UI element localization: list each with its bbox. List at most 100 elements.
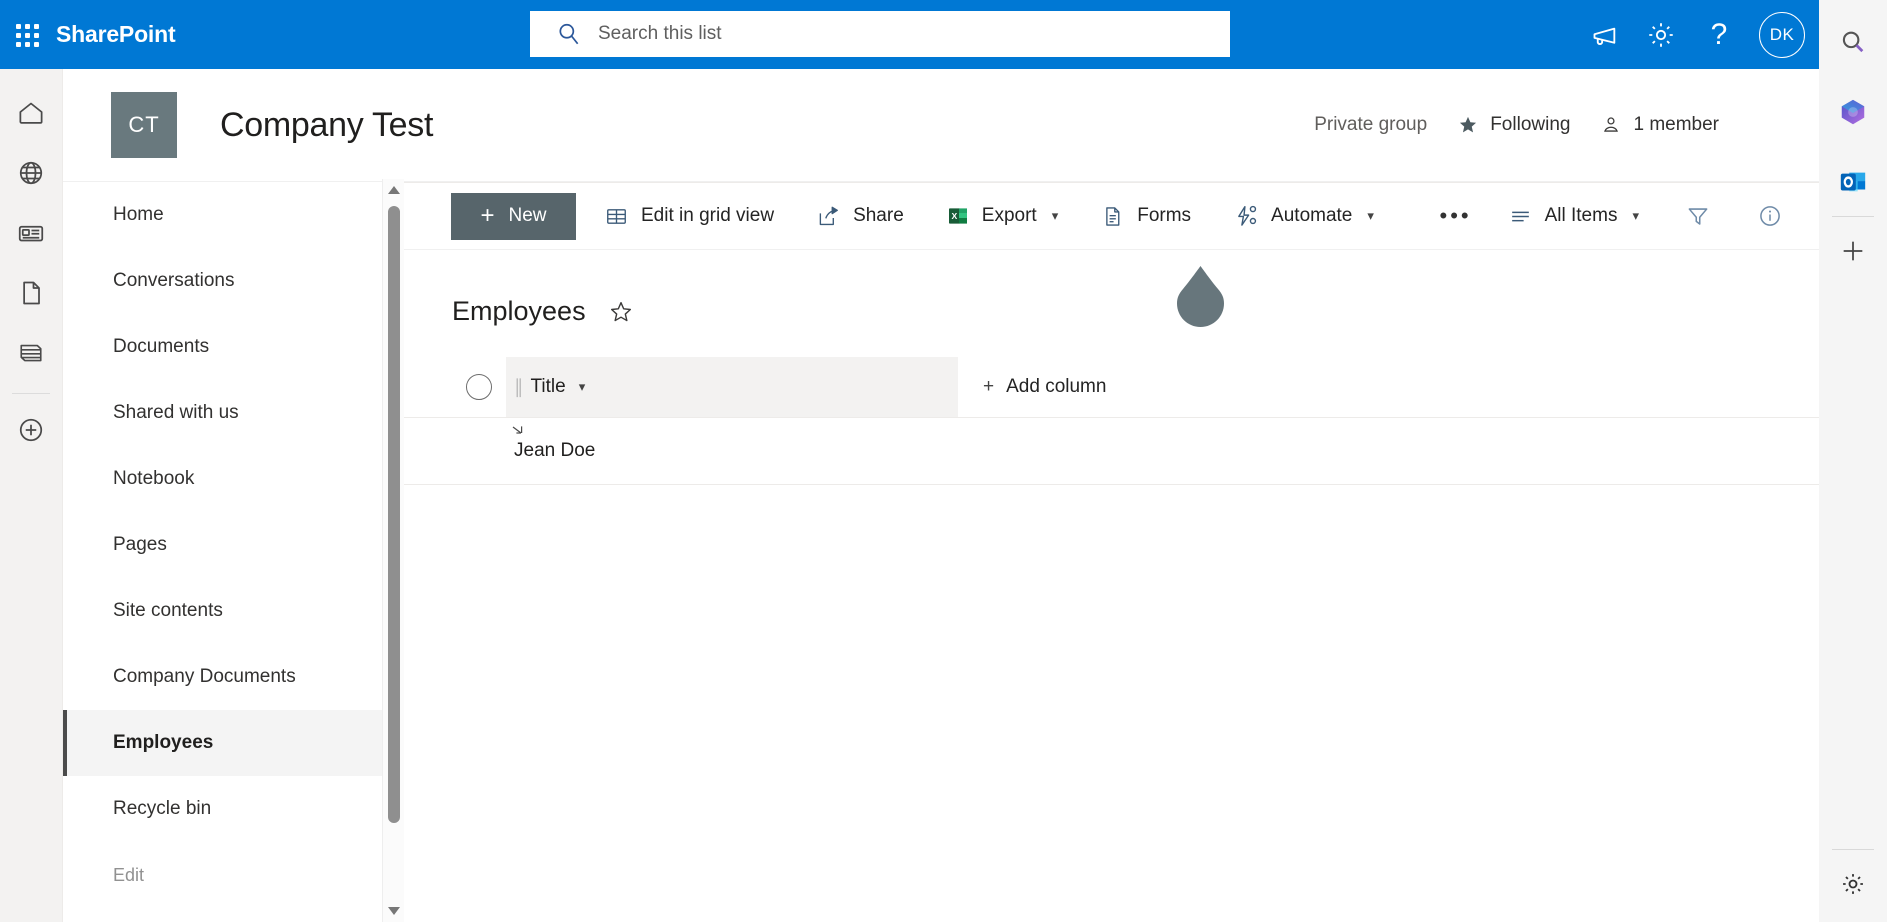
- sidebar-item-home[interactable]: Home: [63, 182, 383, 248]
- sharepoint-app-rail: [0, 69, 63, 922]
- site-header: CT Company Test Private group Following …: [63, 69, 1819, 182]
- list-header: Employees: [404, 250, 1819, 327]
- command-label: Edit in grid view: [641, 205, 775, 226]
- forms-button[interactable]: Forms: [1086, 193, 1205, 240]
- command-bar: + New Edit in grid view Share X Export ▾…: [404, 183, 1819, 250]
- sidebar-item-company-documents[interactable]: Company Documents: [63, 644, 383, 710]
- filter-button[interactable]: [1671, 193, 1725, 240]
- column-header-title[interactable]: ∥ Title ▾: [506, 357, 958, 417]
- star-outline-icon[interactable]: [608, 299, 634, 325]
- select-all-checkbox[interactable]: [452, 357, 506, 417]
- edit-in-grid-view-button[interactable]: Edit in grid view: [590, 193, 788, 240]
- sidebar-item-shared-with-us[interactable]: Shared with us: [63, 380, 383, 446]
- grid-header-row: ∥ Title ▾ + Add column: [404, 357, 1819, 417]
- grid-icon: [607, 208, 626, 224]
- suite-bar-actions: ? DK: [1579, 0, 1819, 69]
- resize-corner-icon: [512, 426, 523, 434]
- automate-button[interactable]: Automate ▾: [1219, 193, 1388, 240]
- nav-edit-button[interactable]: Edit: [63, 842, 383, 908]
- nav-scrollbar[interactable]: [382, 179, 404, 922]
- home-icon[interactable]: [9, 83, 53, 143]
- add-column-button[interactable]: + Add column: [958, 357, 1106, 417]
- nav-label: Pages: [113, 534, 167, 555]
- help-icon[interactable]: ?: [1695, 11, 1743, 59]
- sidebar-item-employees[interactable]: Employees: [63, 710, 383, 776]
- sharepoint-brand-link[interactable]: SharePoint: [56, 21, 176, 48]
- export-button[interactable]: X Export ▾: [932, 193, 1072, 240]
- nav-label: Conversations: [113, 270, 235, 291]
- divider: [12, 393, 50, 394]
- sharepoint-list-page: SharePoint Search this list ? DK CT Comp…: [0, 0, 1887, 922]
- page-title[interactable]: Company Test: [220, 106, 433, 145]
- site-logo[interactable]: CT: [111, 92, 177, 158]
- view-selector-button[interactable]: All Items ▾: [1494, 193, 1653, 240]
- chevron-down-icon: ▾: [1367, 208, 1374, 223]
- command-label: Automate: [1271, 205, 1353, 226]
- filter-funnel-icon: [1688, 208, 1708, 225]
- nav-label: Documents: [113, 336, 210, 357]
- new-button-label: New: [508, 205, 547, 226]
- svg-text:X: X: [951, 211, 957, 221]
- search-icon: [559, 23, 579, 45]
- sidebar-item-documents[interactable]: Documents: [63, 314, 383, 380]
- sidebar-item-recycle-bin[interactable]: Recycle bin: [63, 776, 383, 842]
- outlook-icon[interactable]: [1833, 162, 1873, 202]
- nav-label: Home: [113, 204, 164, 225]
- details-info-button[interactable]: [1743, 193, 1797, 240]
- scroll-up-icon[interactable]: [383, 179, 405, 201]
- divider-bottom: [1832, 849, 1874, 850]
- nav-label: Employees: [113, 732, 214, 753]
- search-placeholder: Search this list: [598, 23, 722, 44]
- more-commands-button[interactable]: •••: [1422, 203, 1490, 229]
- list-view-icon: [1511, 211, 1529, 221]
- lists-icon[interactable]: [9, 323, 53, 383]
- gear-icon[interactable]: [1637, 11, 1685, 59]
- table-row[interactable]: Jean Doe: [404, 417, 1819, 485]
- sidebar-item-pages[interactable]: Pages: [63, 512, 383, 578]
- command-label: Forms: [1137, 205, 1192, 226]
- add-column-label: Add column: [1006, 376, 1107, 397]
- new-button[interactable]: + New: [451, 192, 576, 240]
- create-icon[interactable]: [9, 400, 53, 460]
- info-icon: [1760, 206, 1780, 226]
- plus-icon: +: [983, 376, 995, 397]
- nav-label: Recycle bin: [113, 798, 212, 819]
- add-icon[interactable]: [1833, 231, 1873, 271]
- news-icon[interactable]: [9, 203, 53, 263]
- person-icon: [1604, 117, 1619, 132]
- search-input[interactable]: Search this list: [530, 11, 1230, 57]
- search-icon[interactable]: [1833, 22, 1873, 62]
- avatar[interactable]: DK: [1759, 11, 1805, 58]
- scroll-down-icon[interactable]: [383, 900, 405, 922]
- list-grid: ∥ Title ▾ + Add column Jean Doe: [404, 357, 1819, 485]
- app-launcher-icon[interactable]: [12, 20, 42, 50]
- share-icon: [819, 206, 838, 225]
- megaphone-icon[interactable]: [1579, 11, 1627, 59]
- globe-icon[interactable]: [9, 143, 53, 203]
- automate-icon: [1238, 205, 1257, 226]
- column-grip-icon: ∥: [514, 376, 523, 398]
- list-title[interactable]: Employees: [452, 296, 586, 327]
- sidebar-item-notebook[interactable]: Notebook: [63, 446, 383, 512]
- sidebar-item-site-contents[interactable]: Site contents: [63, 578, 383, 644]
- privacy-label: Private group: [1314, 114, 1428, 135]
- chevron-down-icon: ▾: [578, 379, 586, 394]
- list-content-area: Employees ∥ Title ▾ + Add column Jean Do…: [404, 250, 1819, 922]
- members-button[interactable]: 1 member: [1600, 114, 1719, 136]
- following-button[interactable]: Following: [1457, 114, 1570, 136]
- file-icon[interactable]: [9, 263, 53, 323]
- command-label: Export: [981, 205, 1037, 226]
- circle-icon: [466, 374, 492, 400]
- cell-title[interactable]: Jean Doe: [506, 426, 595, 462]
- microsoft365-icon[interactable]: [1833, 92, 1873, 132]
- members-label: 1 member: [1633, 114, 1719, 135]
- share-button[interactable]: Share: [802, 193, 918, 240]
- sidebar-item-conversations[interactable]: Conversations: [63, 248, 383, 314]
- star-filled-icon: [1460, 116, 1477, 133]
- settings-gear-icon[interactable]: [1833, 864, 1873, 904]
- scrollbar-thumb[interactable]: [388, 206, 400, 823]
- view-label: All Items: [1544, 205, 1618, 226]
- divider: [1832, 216, 1874, 217]
- left-navigation: Home Conversations Documents Shared with…: [63, 179, 404, 922]
- command-label: Share: [853, 205, 904, 226]
